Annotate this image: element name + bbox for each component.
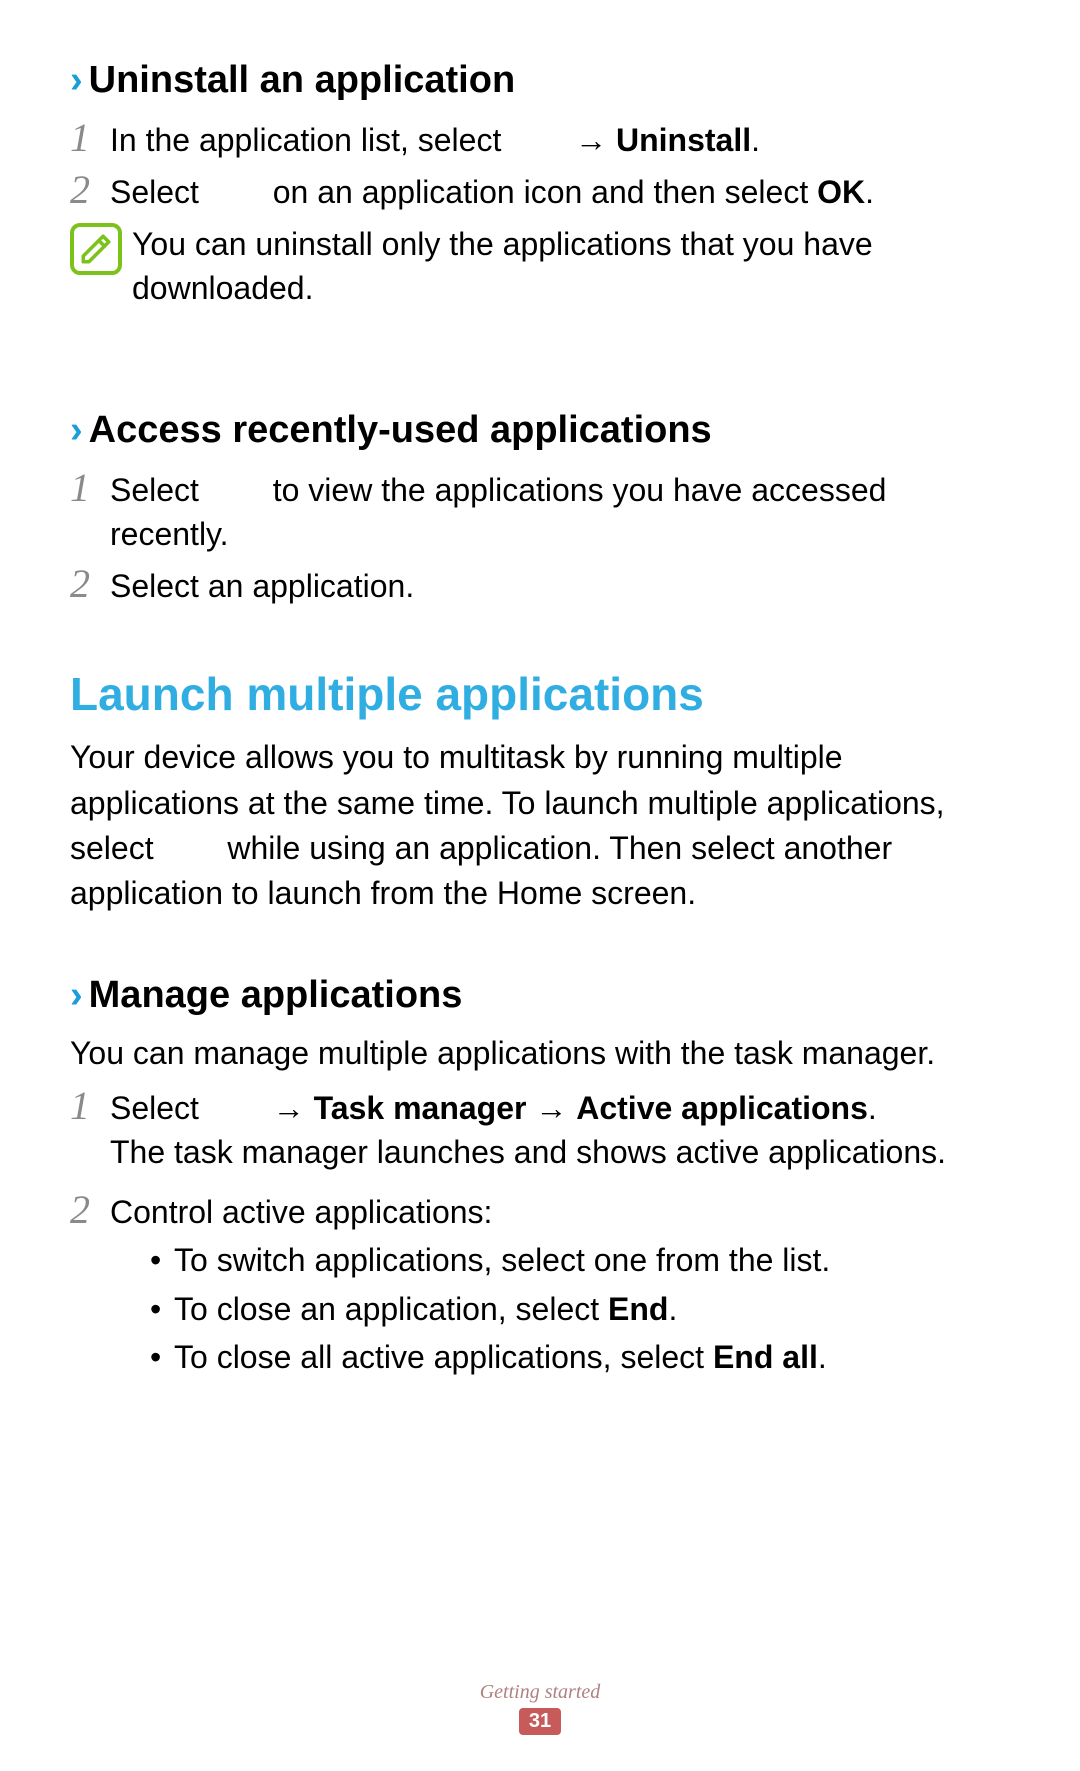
step-number: 2 xyxy=(70,168,110,212)
bold-text: Task manager xyxy=(314,1090,527,1126)
subheading-text: Access recently-used applications xyxy=(89,408,712,454)
step-body: Select an application. xyxy=(110,562,414,608)
subheading-uninstall-app: › Uninstall an application xyxy=(70,58,1010,104)
note-icon xyxy=(70,223,122,275)
bold-text: End xyxy=(608,1291,668,1327)
heading-launch-multiple: Launch multiple applications xyxy=(70,668,1010,721)
text: To close all active applications, select xyxy=(174,1339,713,1375)
text: The task manager launches and shows acti… xyxy=(110,1134,946,1170)
page-footer: Getting started 31 xyxy=(0,1681,1080,1735)
note-block: You can uninstall only the applications … xyxy=(70,220,1010,310)
bullet-text: To close all active applications, select… xyxy=(174,1335,827,1379)
list-item: • To close all active applications, sele… xyxy=(150,1335,830,1379)
chevron-icon: › xyxy=(70,411,83,449)
step-2: 2 Select on an application icon and then… xyxy=(70,168,1010,214)
text: on an application icon and then select xyxy=(273,174,817,210)
bullet-dot: • xyxy=(150,1287,174,1331)
dot: . xyxy=(865,174,874,210)
text: Select xyxy=(110,472,199,508)
list-item: • To close an application, select End. xyxy=(150,1287,830,1331)
text: To close an application, select xyxy=(174,1291,608,1327)
step-body: Select → Task manager → Active applicati… xyxy=(110,1084,946,1174)
text: Select xyxy=(110,1090,199,1126)
step-body: Select on an application icon and then s… xyxy=(110,168,874,214)
page-number: 31 xyxy=(519,1708,561,1735)
subheading-recent-apps: › Access recently-used applications xyxy=(70,408,1010,454)
bold-text: End all xyxy=(713,1339,818,1375)
chevron-icon: › xyxy=(70,976,83,1014)
step-1: 1 Select → Task manager → Active applica… xyxy=(70,1084,1010,1174)
step-1: 1 Select to view the applications you ha… xyxy=(70,466,1010,556)
subheading-text: Manage applications xyxy=(89,973,463,1019)
dot: . xyxy=(868,1090,877,1126)
subheading-text: Uninstall an application xyxy=(89,58,516,104)
bullet-dot: • xyxy=(150,1238,174,1282)
bullet-dot: • xyxy=(150,1335,174,1379)
text: while using an application. Then select … xyxy=(70,830,892,911)
text: Select xyxy=(110,174,199,210)
step-number: 1 xyxy=(70,466,110,510)
dot: . xyxy=(751,122,760,158)
paragraph: You can manage multiple applications wit… xyxy=(70,1031,1010,1076)
text: In the application list, select xyxy=(110,122,501,158)
arrow: → xyxy=(535,1090,567,1126)
step-number: 2 xyxy=(70,1188,110,1232)
footer-section: Getting started xyxy=(0,1681,1080,1704)
list-item: • To switch applications, select one fro… xyxy=(150,1238,830,1282)
step-body: Control active applications: • To switch… xyxy=(110,1188,830,1383)
step-number: 2 xyxy=(70,562,110,606)
arrow: → xyxy=(575,122,607,158)
step-number: 1 xyxy=(70,116,110,160)
text: Control active applications: xyxy=(110,1194,492,1230)
paragraph: Your device allows you to multitask by r… xyxy=(70,735,1010,917)
chevron-icon: › xyxy=(70,61,83,99)
step-body: Select to view the applications you have… xyxy=(110,466,1010,556)
bold-text: Uninstall xyxy=(616,122,751,158)
dot: . xyxy=(818,1339,827,1375)
bullet-text: To switch applications, select one from … xyxy=(174,1238,830,1282)
step-2: 2 Select an application. xyxy=(70,562,1010,608)
bold-text: Active applications xyxy=(576,1090,868,1126)
step-number: 1 xyxy=(70,1084,110,1128)
bold-text: OK xyxy=(817,174,865,210)
bullet-text: To close an application, select End. xyxy=(174,1287,677,1331)
note-text: You can uninstall only the applications … xyxy=(132,220,1010,310)
step-body: In the application list, select → Uninst… xyxy=(110,116,760,162)
arrow: → xyxy=(273,1090,305,1126)
text: to view the applications you have access… xyxy=(110,472,886,552)
subheading-manage-apps: › Manage applications xyxy=(70,973,1010,1019)
bullet-list: • To switch applications, select one fro… xyxy=(150,1238,830,1378)
dot: . xyxy=(668,1291,677,1327)
step-1: 1 In the application list, select → Unin… xyxy=(70,116,1010,162)
step-2: 2 Control active applications: • To swit… xyxy=(70,1188,1010,1383)
